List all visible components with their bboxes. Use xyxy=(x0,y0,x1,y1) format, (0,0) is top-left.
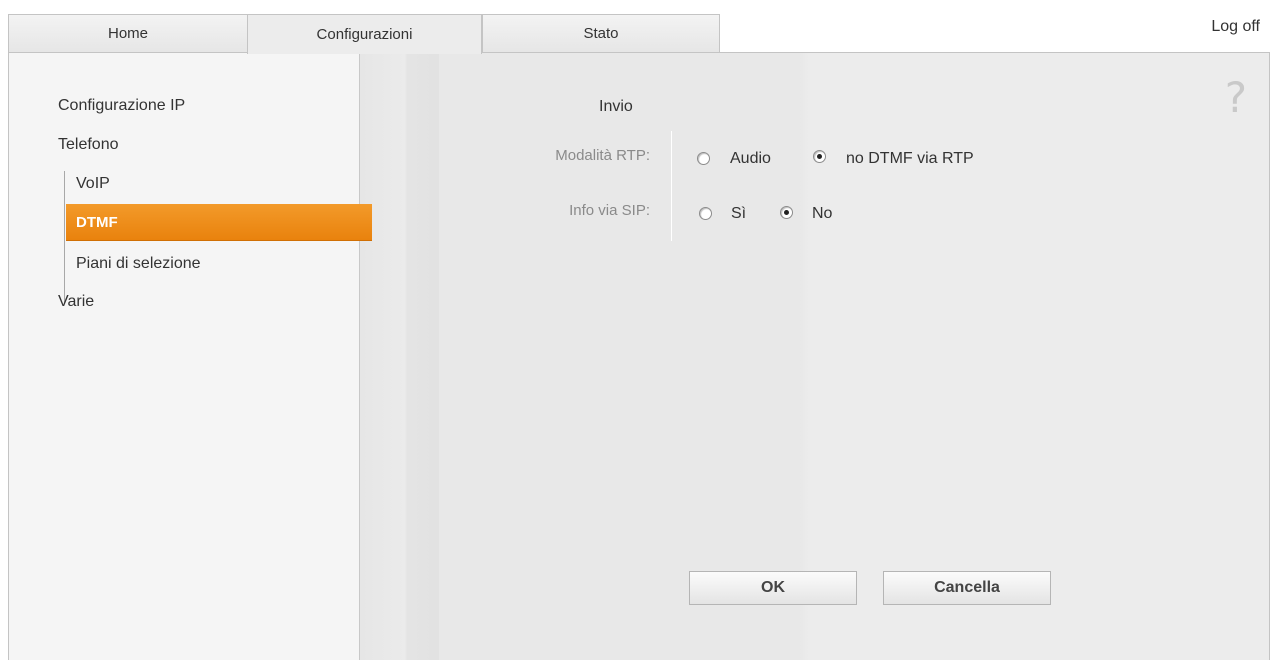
tab-home[interactable]: Home xyxy=(8,14,248,52)
sidebar-item-dtmf[interactable]: DTMF xyxy=(66,204,372,241)
tab-stato[interactable]: Stato xyxy=(482,14,720,52)
cancel-button[interactable]: Cancella xyxy=(883,571,1051,605)
main-panel: Configurazione IP Telefono VoIP DTMF Pia… xyxy=(8,52,1270,660)
sidebar-item-telefono[interactable]: Telefono xyxy=(58,136,119,154)
sip-no-label[interactable]: No xyxy=(812,205,832,223)
sip-info-label: Info via SIP: xyxy=(569,202,650,219)
tab-configurazioni[interactable]: Configurazioni xyxy=(247,14,482,54)
ok-button[interactable]: OK xyxy=(689,571,857,605)
logoff-link[interactable]: Log off xyxy=(1211,18,1260,36)
sip-si-label[interactable]: Sì xyxy=(731,205,746,223)
help-icon[interactable]: ? xyxy=(1225,77,1247,119)
sidebar-divider xyxy=(359,53,360,660)
form-divider xyxy=(671,131,672,241)
submenu-line xyxy=(64,171,65,303)
rtp-audio-radio[interactable] xyxy=(697,152,710,165)
sidebar-item-configurazione-ip[interactable]: Configurazione IP xyxy=(58,97,185,115)
section-title: Invio xyxy=(599,98,633,115)
rtp-no-dtmf-label[interactable]: no DTMF via RTP xyxy=(846,150,974,168)
rtp-mode-label: Modalità RTP: xyxy=(555,147,650,164)
rtp-no-dtmf-radio[interactable] xyxy=(813,150,826,163)
rtp-audio-label[interactable]: Audio xyxy=(730,150,771,168)
sidebar-item-piani-di-selezione[interactable]: Piani di selezione xyxy=(76,255,201,273)
sidebar-item-varie[interactable]: Varie xyxy=(58,293,94,311)
sip-no-radio[interactable] xyxy=(780,206,793,219)
sidebar-item-voip[interactable]: VoIP xyxy=(76,175,110,193)
sip-si-radio[interactable] xyxy=(699,207,712,220)
